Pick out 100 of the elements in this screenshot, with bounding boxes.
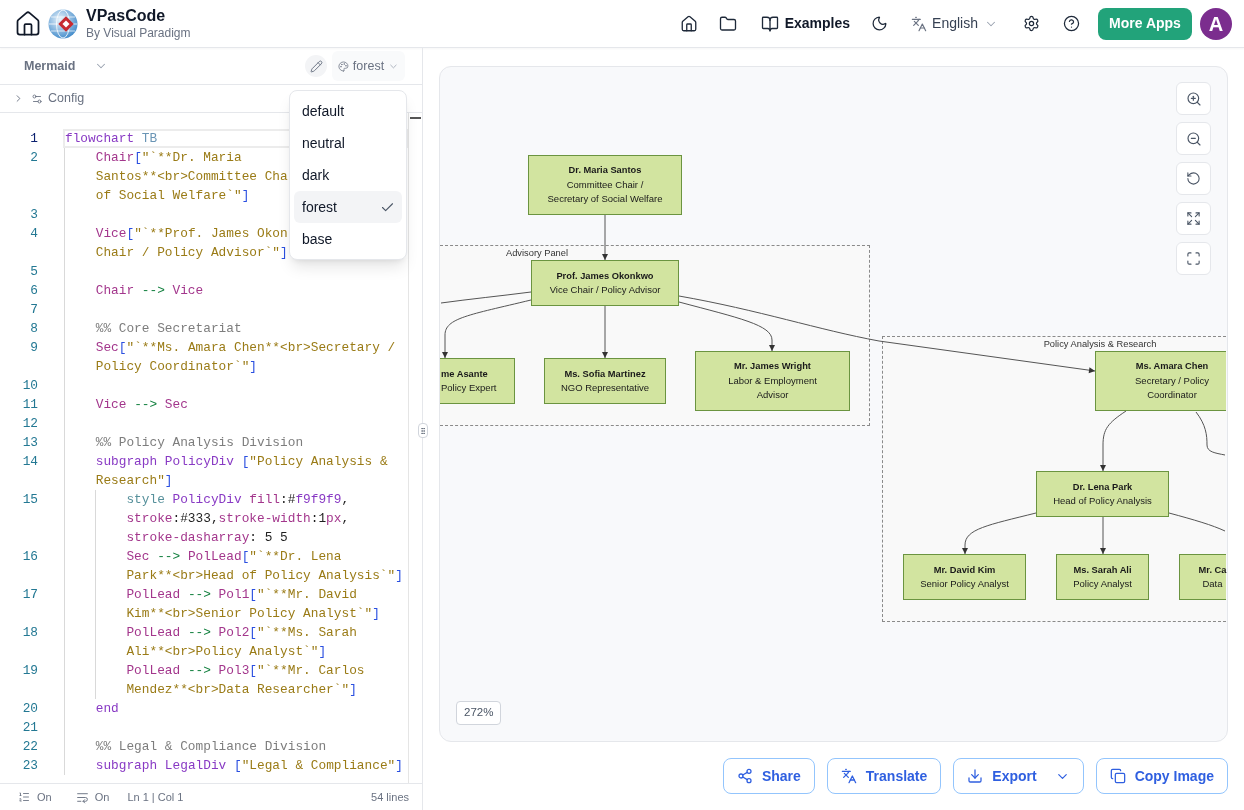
code-line: of Social Welfare`"] (95, 187, 250, 205)
translate-button[interactable]: Translate (826, 758, 942, 794)
node-text: Vice Chair / Policy Advisor (549, 283, 661, 297)
code-line: %% Legal & Compliance Division (95, 738, 327, 756)
resize-handle[interactable] (418, 423, 428, 438)
code-line: Chair --> Vice (95, 282, 204, 300)
theme-option[interactable]: forest (294, 191, 402, 223)
line-number: 14 (21, 453, 38, 471)
node-text: Senior Policy Analyst (920, 577, 1009, 591)
sliders-icon (31, 92, 43, 105)
node-title: Dr. Maria Santos (568, 164, 642, 178)
org-chart-node[interactable]: Ms. Sofia Martinez NGO Representative (544, 358, 666, 404)
code-line: Vice["`**Prof. James Okon (95, 225, 288, 243)
code-line: Park**<br>Head of Policy Analysis`"] (126, 567, 403, 585)
word-wrap-toggle[interactable]: On (75, 788, 110, 806)
org-chart-node[interactable]: Mr. David Kim Senior Policy Analyst (903, 554, 1026, 600)
expand-icon (1186, 211, 1201, 226)
code-line: Santos**<br>Committee Cha (95, 168, 288, 186)
code-line: subgraph LegalDiv ["Legal & Compliance"] (95, 757, 403, 775)
line-number: 2 (29, 149, 38, 167)
language-dropdown[interactable]: Mermaid (24, 56, 109, 76)
fullscreen-icon (1186, 251, 1201, 266)
line-number: 17 (21, 586, 38, 604)
line-number: 12 (21, 415, 38, 433)
line-number: 16 (21, 548, 38, 566)
org-chart-node[interactable]: Dr. Maria Santos Committee Chair / Secretary of Social Welfare (528, 155, 682, 215)
rotate-icon (1186, 171, 1201, 186)
code-line: PolLead --> Pol2["`**Ms. Sarah (126, 624, 357, 642)
node-text: Policy Analyst (1073, 577, 1132, 591)
scrollbar[interactable] (408, 113, 422, 783)
numbered-list-icon (18, 791, 30, 803)
folder-icon (718, 14, 737, 33)
examples-button[interactable]: Examples (755, 5, 856, 42)
code-line: Ali**<br>Policy Analyst`"] (126, 643, 327, 661)
org-chart-node[interactable]: Mr. James Wright Labor & Employment Advisor (695, 351, 850, 411)
zoom-out-icon (1185, 130, 1202, 147)
home-icon (14, 9, 42, 38)
code-line: PolLead --> Pol1["`**Mr. David (126, 586, 357, 604)
logo-icon (48, 8, 78, 39)
zoom-level: 272% (456, 701, 502, 725)
language-select[interactable]: English (905, 5, 1004, 42)
line-number: 1 (29, 130, 38, 148)
code-line: %% Core Secretariat (95, 320, 242, 338)
line-number: 10 (21, 377, 38, 395)
node-text: Policy Expert (441, 381, 497, 395)
code-line: Mendez**<br>Data Researcher`"] (126, 681, 357, 699)
org-chart-node[interactable]: Mr. Ca Data (1179, 554, 1226, 600)
line-number: 9 (29, 339, 38, 357)
zoom-in-button[interactable] (1176, 82, 1211, 115)
zoom-in-icon (1185, 90, 1202, 107)
theme-select[interactable]: forest (332, 51, 405, 81)
org-chart-node[interactable]: Ms. Sarah Ali Policy Analyst (1056, 554, 1149, 600)
code-line: Research"] (95, 472, 173, 490)
book-icon (760, 14, 779, 33)
line-number: 5 (29, 263, 38, 281)
edit-button[interactable] (305, 55, 327, 77)
fit-view-button[interactable] (1176, 202, 1211, 235)
app-subtitle: By Visual Paradigm (86, 26, 191, 41)
node-text: Secretary of Social Welfare (547, 192, 663, 207)
connector-arrow (1100, 516, 1106, 555)
palette-icon (338, 59, 349, 73)
node-title: Ms. Amara Chen (1135, 360, 1209, 374)
cursor-position: Ln 1 | Col 1 (127, 789, 184, 805)
copy-icon (1109, 768, 1126, 784)
org-chart-node[interactable]: Prof. James Okonkwo Vice Chair / Policy Advisor (531, 260, 679, 306)
node-text: Head of Policy Analysis (1053, 494, 1152, 508)
connector-line (1195, 411, 1226, 456)
settings-icon (1022, 15, 1040, 32)
node-title: Prof. James Okonkwo (556, 269, 654, 283)
line-number: 13 (21, 434, 38, 452)
code-line: Sec --> PolLead["`**Dr. Lena (126, 548, 342, 566)
code-line: subgraph PolicyDiv ["Policy Analysis & (95, 453, 388, 471)
line-number: 11 (21, 396, 38, 414)
copy-button[interactable]: Copy Image (1095, 758, 1228, 794)
line-numbers-toggle[interactable]: On (18, 788, 52, 806)
org-chart-node[interactable]: Dr. Lena Park Head of Policy Analysis (1036, 471, 1169, 517)
user-avatar[interactable]: A (1200, 7, 1232, 40)
line-number: 19 (21, 662, 38, 680)
help-icon (1062, 15, 1080, 32)
app-title: VPasCode (86, 6, 167, 26)
node-text: Committee Chair / (566, 177, 644, 192)
export-button[interactable]: Export (953, 758, 1084, 794)
org-chart-node[interactable]: me Asante Policy Expert (440, 358, 515, 404)
subgraph-label: Advisory Panel (506, 247, 568, 260)
connector-arrow (1100, 410, 1127, 472)
config-toggle[interactable]: Config (13, 89, 85, 108)
home-button[interactable] (14, 9, 42, 38)
line-number: 21 (21, 719, 38, 737)
org-chart-node[interactable]: Ms. Amara Chen Secretary / Policy Coordinator (1095, 351, 1226, 411)
share-button[interactable]: Share (722, 758, 815, 794)
node-text: Labor & Employment (728, 373, 817, 388)
node-title: Mr. Ca (1198, 563, 1227, 577)
zoom-out-button[interactable] (1176, 122, 1211, 155)
line-number: 6 (29, 282, 38, 300)
node-title: me Asante (441, 367, 488, 381)
code-line: Chair["`**Dr. Maria (95, 149, 242, 167)
node-text: NGO Representative (560, 381, 650, 395)
reset-view-button[interactable] (1176, 162, 1211, 195)
node-text: Advisor (756, 388, 789, 403)
line-number: 18 (21, 624, 38, 642)
